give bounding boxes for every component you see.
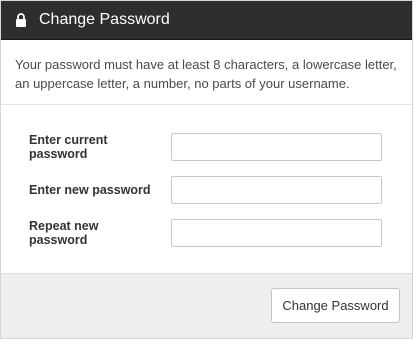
password-requirements-text: Your password must have at least 8 chara…	[1, 40, 412, 105]
new-password-label: Enter new password	[29, 183, 151, 197]
repeat-password-row: Repeat new password	[1, 219, 412, 247]
change-password-dialog: Change Password Your password must have …	[0, 0, 413, 339]
lock-icon	[15, 13, 27, 27]
current-password-input[interactable]	[171, 133, 382, 161]
dialog-header: Change Password	[1, 1, 412, 40]
change-password-button[interactable]: Change Password	[271, 288, 400, 323]
new-password-input[interactable]	[171, 176, 382, 204]
new-password-row: Enter new password	[1, 176, 412, 204]
repeat-password-label: Repeat new password	[29, 219, 99, 247]
current-password-row: Enter current password	[1, 133, 412, 161]
repeat-password-input[interactable]	[171, 219, 382, 247]
password-form: Enter current password Enter new passwor…	[1, 105, 412, 275]
dialog-title: Change Password	[39, 11, 170, 28]
dialog-footer: Change Password	[1, 273, 412, 338]
current-password-label: Enter current password	[29, 133, 108, 161]
